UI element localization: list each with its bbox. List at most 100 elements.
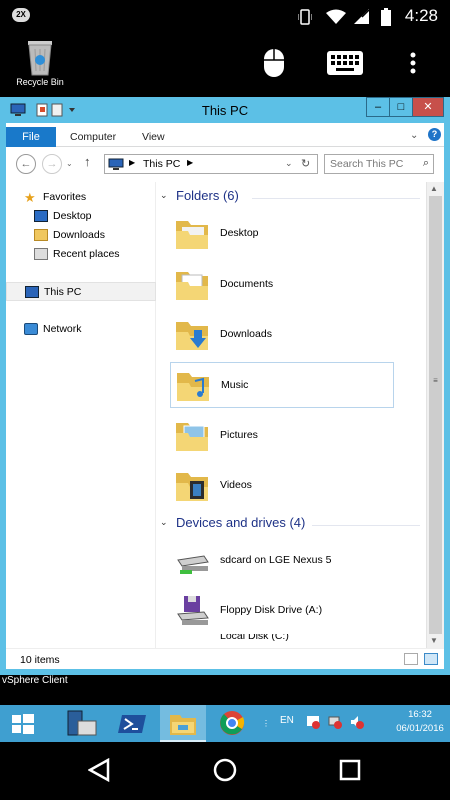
breadcrumb-this-pc[interactable]: This PC	[143, 158, 180, 170]
folder-label: Music	[221, 379, 249, 391]
details-view-icon[interactable]	[404, 653, 418, 665]
this-pc-icon	[108, 158, 124, 174]
folder-videos[interactable]: Videos	[170, 463, 394, 509]
folder-label: Downloads	[220, 328, 272, 340]
recycle-bin[interactable]: Recycle Bin	[8, 37, 72, 97]
action-center-icon[interactable]	[306, 715, 320, 732]
folder-documents[interactable]: Documents	[170, 262, 394, 308]
collapse-icon[interactable]: ⌄	[160, 190, 168, 201]
recycle-bin-icon	[23, 37, 57, 77]
floppy-drive-icon	[177, 596, 209, 625]
folder-icon	[176, 322, 208, 350]
back-nav-icon[interactable]	[87, 757, 110, 785]
nav-desktop[interactable]: Desktop	[6, 207, 156, 226]
breadcrumb-chevron-icon[interactable]: ▶	[129, 158, 135, 167]
folder-icon	[177, 373, 209, 401]
file-explorer-icon	[170, 715, 196, 735]
wifi-icon	[326, 9, 346, 28]
folder-desktop[interactable]: Desktop	[170, 211, 394, 257]
drive-label: sdcard on LGE Nexus 5	[220, 554, 332, 566]
zoom-badge: 2X	[12, 8, 30, 22]
folder-label: Desktop	[220, 227, 259, 239]
powershell-button[interactable]	[110, 705, 156, 742]
help-icon[interactable]: ?	[428, 128, 441, 141]
scrollbar-thumb[interactable]: ≡	[429, 196, 442, 634]
refresh-icon[interactable]: ↻	[301, 157, 310, 170]
home-nav-icon[interactable]	[213, 758, 237, 785]
network-tray-icon[interactable]	[328, 715, 342, 732]
window-titlebar[interactable]: This PC – □ ✕	[6, 97, 444, 123]
server-manager-button[interactable]	[58, 705, 104, 742]
folder-label: Pictures	[220, 429, 258, 441]
close-button[interactable]: ✕	[412, 97, 444, 117]
overflow-menu-icon[interactable]	[410, 51, 416, 78]
downloads-folder-icon	[34, 229, 48, 241]
clock-time: 16:32	[408, 709, 432, 720]
nav-network[interactable]: Network	[6, 320, 156, 339]
address-field[interactable]: ▶ This PC ▶ ⌄ ↻	[104, 154, 318, 174]
tab-computer[interactable]: Computer	[70, 131, 116, 143]
folder-icon	[176, 221, 208, 249]
nav-this-pc[interactable]: This PC	[6, 282, 156, 301]
clock-date: 06/01/2016	[396, 723, 444, 734]
folder-pictures[interactable]: Pictures	[170, 413, 394, 459]
drive-sdcard[interactable]: sdcard on LGE Nexus 5	[170, 538, 394, 584]
vertical-scrollbar[interactable]: ▲ ≡ ▼	[426, 182, 444, 648]
tab-view[interactable]: View	[142, 131, 165, 143]
drive-local-c[interactable]: Local Disk (C:)	[170, 634, 394, 648]
item-count: 10 items	[20, 654, 60, 666]
status-time: 4:28	[404, 6, 438, 25]
explorer-window: This PC – □ ✕ File Computer View ⌄ ? ← →…	[0, 97, 450, 675]
nav-favorites[interactable]: ★ Favorites	[6, 188, 156, 207]
battery-icon	[381, 8, 391, 29]
background-window-strip: vSphere Client	[0, 675, 450, 705]
language-indicator[interactable]: EN	[280, 715, 294, 726]
folder-music[interactable]: Music	[170, 362, 394, 408]
taskbar-clock[interactable]: 16:32 06/01/2016	[396, 708, 444, 736]
signal-icon	[354, 9, 370, 28]
windows-taskbar: ⋮ EN 16:32 06/01/2016	[0, 705, 450, 742]
this-pc-icon	[25, 286, 39, 298]
group-devices-label: Devices and drives (4)	[176, 515, 306, 530]
window-status-bar: 10 items	[6, 648, 444, 669]
remote-desktop-toolbar: Recycle Bin	[0, 33, 450, 97]
network-icon	[24, 323, 38, 335]
folder-downloads[interactable]: Downloads	[170, 312, 394, 358]
forward-button[interactable]: →	[42, 154, 62, 174]
chrome-button[interactable]	[210, 705, 256, 742]
scroll-down-icon[interactable]: ▼	[430, 636, 438, 645]
nav-recent-places[interactable]: Recent places	[6, 245, 156, 264]
ribbon-expand-icon[interactable]: ⌄	[410, 130, 418, 141]
volume-muted-icon[interactable]	[350, 715, 364, 732]
android-status-bar: 2X 4:28	[0, 0, 450, 33]
recent-places-icon	[34, 248, 48, 260]
search-input[interactable]: Search This PC ⌕	[324, 154, 434, 174]
keyboard-icon[interactable]	[327, 51, 363, 78]
collapse-icon[interactable]: ⌄	[160, 517, 168, 528]
address-dropdown-icon[interactable]: ⌄	[285, 158, 293, 169]
start-button[interactable]	[0, 705, 46, 742]
file-explorer-button[interactable]	[160, 705, 206, 742]
show-hidden-icons[interactable]: ⋮	[262, 719, 270, 728]
nav-downloads[interactable]: Downloads	[6, 226, 156, 245]
recent-locations-icon[interactable]: ⌄	[66, 159, 73, 168]
navigation-pane: ★ Favorites Desktop Downloads Recent pla…	[6, 182, 156, 648]
large-icons-view-icon[interactable]	[424, 653, 438, 665]
group-devices-header[interactable]: ⌄ Devices and drives (4)	[160, 515, 425, 535]
back-button[interactable]: ←	[16, 154, 36, 174]
up-button[interactable]: ↑	[84, 154, 91, 169]
tab-file[interactable]: File	[6, 127, 56, 147]
android-navigation-bar	[0, 742, 450, 800]
folder-label: Documents	[220, 278, 274, 290]
mouse-icon[interactable]	[263, 48, 285, 81]
windows-logo-icon	[12, 714, 34, 734]
minimize-button[interactable]: –	[366, 97, 390, 117]
maximize-button[interactable]: □	[389, 97, 413, 117]
content-pane: ⌄ Folders (6) Desktop Documents Download…	[156, 182, 426, 648]
breadcrumb-chevron-icon[interactable]: ▶	[187, 158, 193, 167]
scroll-up-icon[interactable]: ▲	[430, 184, 438, 193]
recents-nav-icon[interactable]	[339, 759, 361, 784]
group-folders-header[interactable]: ⌄ Folders (6)	[160, 188, 425, 208]
drive-floppy[interactable]: Floppy Disk Drive (A:)	[170, 588, 394, 634]
address-bar-row: ← → ⌄ ↑ ▶ This PC ▶ ⌄ ↻ Search This PC ⌕	[6, 148, 444, 178]
